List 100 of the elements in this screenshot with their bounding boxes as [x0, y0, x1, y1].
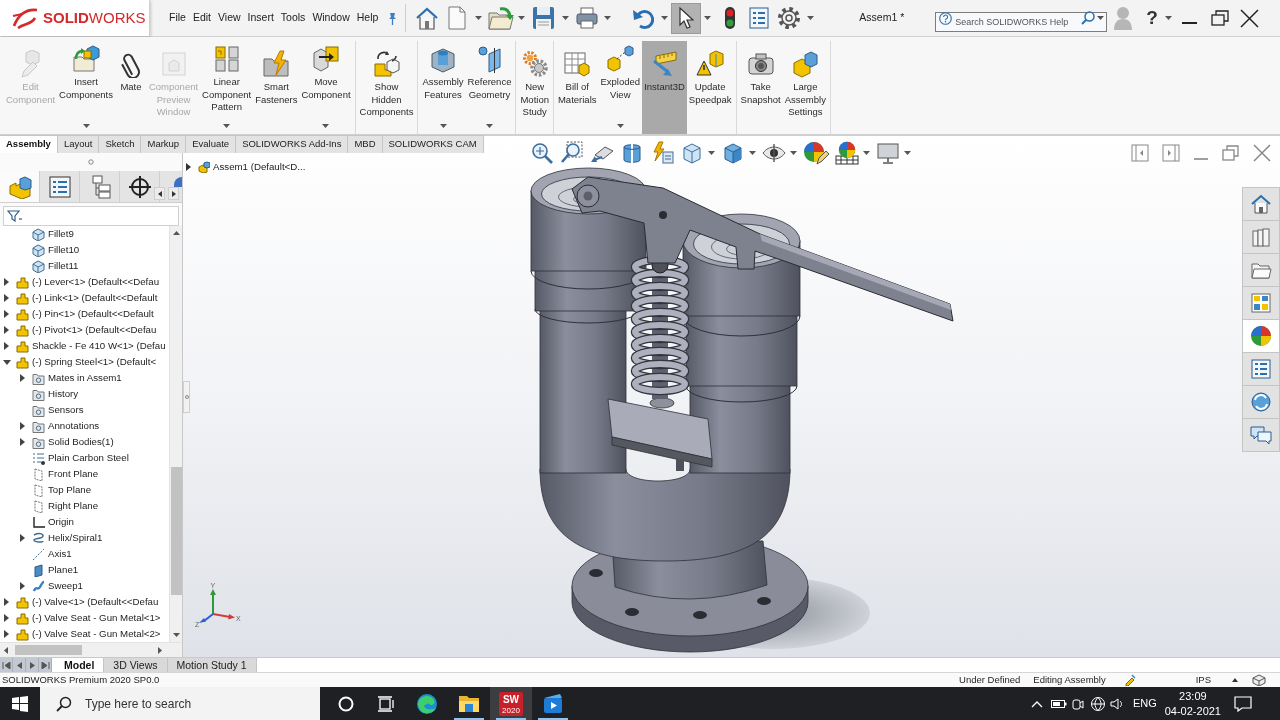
traffic-light-icon[interactable] [724, 6, 737, 30]
ribbon-button[interactable]: Linear Component Pattern [200, 41, 254, 134]
collapse-arrow-icon[interactable] [3, 359, 11, 365]
task-pane-tab[interactable] [1242, 385, 1280, 419]
taskbar-search-field[interactable]: Type here to search [40, 687, 320, 720]
clock-date[interactable]: 04-02-2021 [1164, 703, 1221, 719]
caret-icon[interactable] [749, 151, 756, 155]
caret-icon[interactable] [475, 16, 483, 20]
ribbon-button[interactable]: Bill of Materials [555, 41, 599, 134]
tree-item[interactable]: Origin [0, 514, 169, 530]
tree-item[interactable]: (-) Link<1> (Default<<Default [0, 290, 169, 306]
menu-item[interactable]: Edit [192, 10, 211, 26]
video-icon[interactable] [1071, 696, 1084, 711]
task-pane-tab[interactable] [1242, 253, 1280, 287]
menu-item[interactable]: Help [356, 10, 379, 26]
shaded-cube-icon[interactable] [721, 141, 745, 165]
expand-arrow-icon[interactable] [20, 582, 25, 590]
drag-handle-icon[interactable] [88, 159, 94, 165]
tree-item[interactable]: Solid Bodies(1) [0, 434, 169, 450]
units-button[interactable]: IPS [1195, 672, 1211, 688]
caret-icon[interactable] [562, 16, 570, 20]
ribbon-button[interactable]: Exploded View [598, 41, 643, 134]
taskbar-app-button[interactable]: SW 2020 [490, 687, 532, 720]
caret-icon[interactable] [322, 124, 330, 128]
zoom-area-icon[interactable] [560, 141, 584, 165]
pin-icon[interactable] [388, 11, 398, 25]
search-field[interactable]: Search SOLIDWORKS Help [935, 12, 1108, 32]
expand-arrow-icon[interactable] [4, 342, 9, 350]
battery-icon[interactable] [1050, 698, 1067, 709]
scroll-left-icon[interactable] [4, 646, 8, 654]
pencil-icon[interactable] [1123, 674, 1136, 686]
cube-outline-icon[interactable] [1252, 674, 1266, 686]
tree-item[interactable]: Plane1 [0, 562, 169, 578]
tab-scroll-button[interactable] [168, 187, 179, 200]
color-ball-checker-icon[interactable] [835, 141, 859, 165]
task-pane-tab[interactable] [1242, 286, 1280, 320]
expand-arrow-icon[interactable] [20, 422, 25, 430]
cut-cylinder-icon[interactable] [620, 141, 644, 165]
caret-icon[interactable] [439, 124, 447, 128]
cube-icon[interactable] [680, 141, 704, 165]
caret-icon[interactable] [863, 151, 870, 155]
command-tab[interactable]: Layout [57, 135, 100, 153]
home-icon[interactable] [416, 6, 439, 30]
expand-arrow-icon[interactable] [4, 630, 9, 638]
command-tab[interactable]: Markup [141, 135, 187, 153]
notification-icon[interactable] [1234, 695, 1252, 712]
expand-arrow-icon[interactable] [4, 310, 9, 318]
expand-arrow-icon[interactable] [20, 534, 25, 542]
tree-item[interactable]: Sensors [0, 402, 169, 418]
scroll-up-icon[interactable] [172, 231, 180, 235]
menu-item[interactable]: Window [312, 10, 350, 26]
caret-icon[interactable] [1164, 16, 1172, 20]
ribbon-button[interactable]: Smart Fasteners [253, 41, 300, 134]
expand-arrow-icon[interactable] [20, 438, 25, 446]
search-icon[interactable] [1081, 11, 1096, 25]
tree-item[interactable]: Fillet11 [0, 258, 169, 274]
expand-arrow-icon[interactable] [4, 294, 9, 302]
monitor-icon[interactable] [876, 141, 900, 165]
task-pane-tab[interactable] [1242, 187, 1280, 221]
tree-item[interactable]: Fillet10 [0, 242, 169, 258]
caret-icon[interactable] [223, 124, 231, 128]
tree-item[interactable]: Annotations [0, 418, 169, 434]
tree-item[interactable]: Shackle - Fe 410 W<1> (Defau [0, 338, 169, 354]
speaker-icon[interactable] [1109, 696, 1124, 711]
tab-scroll-button[interactable] [39, 658, 52, 672]
task-pane-tab[interactable] [1242, 220, 1280, 254]
globe-icon[interactable] [1089, 695, 1106, 712]
language-indicator[interactable]: ENG [1132, 695, 1157, 712]
zoom-fit-icon[interactable] [530, 141, 554, 165]
ribbon-button[interactable]: Update Speedpak [686, 41, 734, 134]
undo-icon[interactable] [632, 7, 655, 29]
open-folder-icon[interactable] [488, 6, 515, 30]
close-icon[interactable] [1239, 8, 1259, 28]
ribbon-button[interactable]: Move Component [299, 41, 353, 134]
tree-item[interactable]: (-) Valve Seat - Gun Metal<1> [0, 610, 169, 626]
tab-scroll-button[interactable] [13, 658, 26, 672]
expand-arrow-icon[interactable] [186, 163, 191, 172]
filter-field[interactable] [3, 206, 179, 226]
caret-icon[interactable] [704, 16, 712, 20]
tree-item[interactable]: Sweep1 [0, 578, 169, 594]
caret-icon[interactable] [790, 151, 797, 155]
expand-arrow-icon[interactable] [4, 614, 9, 622]
tree-item[interactable]: Axis1 [0, 546, 169, 562]
command-tab[interactable]: Sketch [99, 135, 142, 153]
command-tab[interactable]: Assembly [0, 135, 58, 153]
lightning-note-icon[interactable] [650, 141, 674, 165]
select-tool-button[interactable] [671, 2, 702, 34]
expand-arrow-icon[interactable] [20, 374, 25, 382]
scrollbar-thumb[interactable] [15, 645, 82, 655]
ribbon-button[interactable]: Assembly Features [420, 41, 466, 134]
settings-icon[interactable] [777, 6, 802, 30]
command-tab[interactable]: SOLIDWORKS Add-Ins [236, 135, 349, 153]
ribbon-button[interactable]: Large Assembly Settings [782, 41, 828, 134]
panel-tab[interactable] [120, 171, 160, 202]
save-icon[interactable] [532, 6, 556, 30]
caret-icon[interactable] [904, 151, 911, 155]
caret-icon[interactable] [604, 16, 612, 20]
caret-up-icon[interactable] [1232, 678, 1238, 682]
ribbon-button[interactable]: Show Hidden Components [357, 41, 416, 134]
caret-icon[interactable] [1097, 16, 1105, 20]
